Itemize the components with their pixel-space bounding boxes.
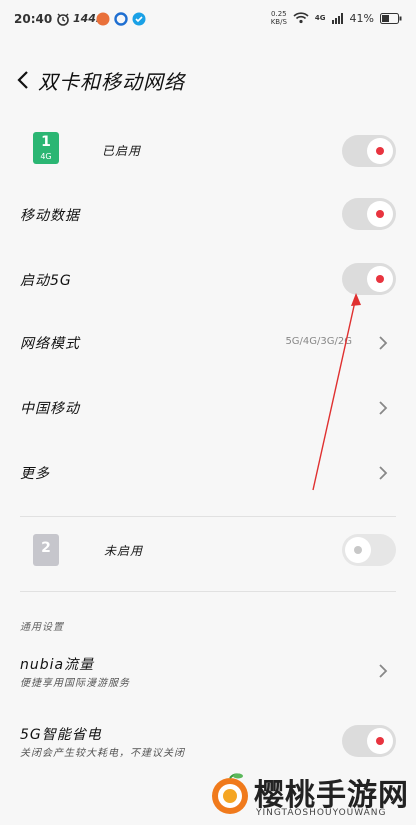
power-5g-sub: 关闭会产生较大耗电，不建议关闭 — [20, 748, 185, 759]
enable-5g-label: 启动5G — [20, 273, 72, 289]
carrier-label: 中国移动 — [20, 401, 80, 417]
power-5g-toggle[interactable] — [342, 725, 396, 757]
mobile-data-label: 移动数据 — [20, 208, 80, 224]
sim2-row[interactable]: 2 未启用 — [0, 528, 416, 572]
sim1-toggle[interactable] — [342, 135, 396, 167]
wifi-icon — [293, 12, 309, 24]
network-mode-row[interactable]: 网络模式 5G/4G/3G/2G — [0, 328, 416, 358]
sim-card-icon: 1 4G — [33, 132, 59, 164]
page-title: 双卡和移动网络 — [38, 70, 185, 94]
network-mode-label: 网络模式 — [20, 336, 80, 352]
ring-notification-icon — [114, 12, 128, 26]
battery-percent: 41% — [349, 11, 374, 25]
sim2-toggle[interactable] — [342, 534, 396, 566]
cell-signal-icon — [331, 12, 343, 24]
status-right: 0.25 KB/S 4G 41% — [271, 10, 402, 26]
enable-5g-row[interactable]: 启动5G — [0, 262, 416, 298]
battery-icon — [380, 12, 402, 24]
page-header: 双卡和移动网络 — [0, 58, 416, 102]
sim1-row[interactable]: 1 4G 已启用 — [0, 126, 416, 176]
alarm-icon — [57, 13, 69, 26]
status-time: 20:40 — [14, 12, 53, 26]
status-bar: 20:40 144Hz 0.25KB/S 4G 41% — [0, 0, 416, 42]
cherry-logo-icon — [212, 773, 248, 814]
chevron-left-icon[interactable] — [12, 66, 38, 94]
sim2-status: 未启用 — [104, 544, 144, 558]
enable-5g-toggle[interactable] — [342, 263, 396, 295]
mobile-data-row[interactable]: 移动数据 — [0, 197, 416, 233]
section-title: 通用设置 — [20, 622, 64, 633]
signal-type: 4G — [314, 14, 326, 22]
nubia-traffic-label: nubia流量 — [20, 657, 95, 673]
nubia-traffic-sub: 便捷享用国际漫游服务 — [20, 678, 130, 689]
sim-card-icon: 2 — [33, 534, 59, 566]
carrier-row[interactable]: 中国移动 — [0, 393, 416, 423]
app-notification-icon — [96, 12, 110, 26]
power-5g-label: 5G智能省电 — [20, 727, 102, 743]
chevron-right-icon — [379, 664, 388, 678]
divider — [20, 591, 396, 592]
mobile-data-toggle[interactable] — [342, 198, 396, 230]
network-mode-value: 5G/4G/3G/2G — [285, 336, 352, 347]
more-label: 更多 — [20, 466, 50, 482]
chevron-right-icon — [379, 336, 388, 350]
chevron-right-icon — [379, 401, 388, 415]
chevron-right-icon — [379, 466, 388, 480]
sim1-status: 已启用 — [102, 144, 142, 158]
divider — [20, 516, 396, 517]
power-5g-row[interactable]: 5G智能省电 关闭会产生较大耗电，不建议关闭 — [0, 722, 416, 762]
nubia-traffic-row[interactable]: nubia流量 便捷享用国际漫游服务 — [0, 652, 416, 692]
watermark: 樱桃手游网 YINGTAOSHOUYOUWANG — [200, 768, 416, 825]
message-notification-icon — [132, 12, 146, 26]
net-speed: 0.25 KB/S — [270, 10, 287, 26]
more-row[interactable]: 更多 — [0, 458, 416, 488]
